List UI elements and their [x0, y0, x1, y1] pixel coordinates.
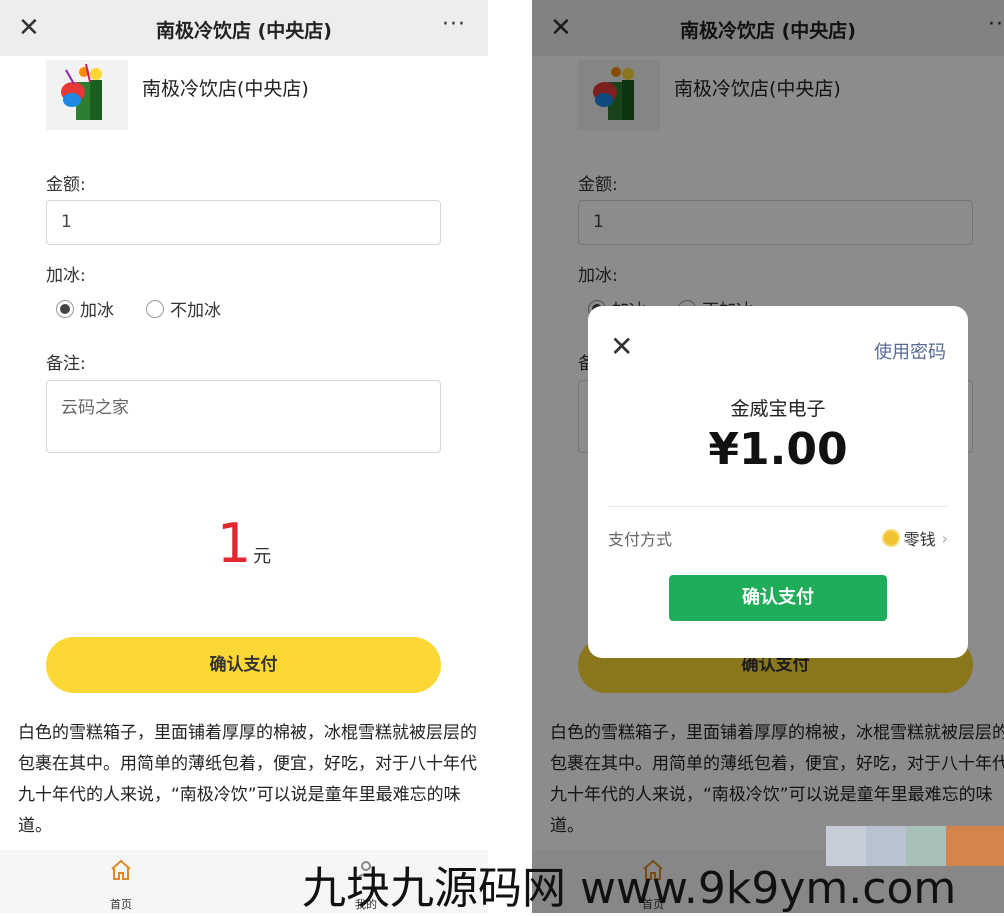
payment-amount: ¥1.00 [708, 424, 848, 475]
more-icon[interactable]: ··· [442, 12, 466, 37]
page-title: 南极冷饮店 (中央店) [156, 20, 332, 42]
shop-description: 白色的雪糕箱子，里面铺着厚厚的棉被，冰棍雪糕就被层层的包裹在其中。用简单的薄纸包… [18, 723, 477, 836]
watermark: 九块九源码网 www.9k9ym.com [302, 863, 957, 914]
amount-input[interactable]: 1 [46, 200, 441, 245]
radio-no-ice-label[interactable]: 不加冰 [170, 296, 221, 321]
ice-label: 加冰: [46, 266, 86, 286]
payment-method-selector[interactable]: 零钱 › [881, 526, 948, 550]
drinks-icon [61, 63, 102, 120]
amount-label: 金额: [46, 175, 86, 195]
note-textarea[interactable]: 云码之家 [46, 380, 441, 453]
chevron-right-icon: › [941, 528, 948, 548]
navbar: ✕ 南极冷饮店 (中央店) ··· [0, 0, 488, 56]
payment-dialog: ✕ 使用密码 金威宝电子 ¥1.00 支付方式 零钱 › 确认支付 [588, 306, 968, 658]
close-icon[interactable]: ✕ [610, 332, 633, 362]
radio-add-ice-label[interactable]: 加冰 [80, 296, 114, 321]
payment-method-label: 支付方式 [608, 530, 673, 549]
divider [608, 506, 948, 507]
shop-logo [46, 60, 128, 130]
shop-name: 南极冷饮店(中央店) [142, 78, 309, 100]
merchant-name: 金威宝电子 [730, 398, 826, 420]
home-icon [91, 858, 151, 890]
payment-method-value: 零钱 [903, 530, 936, 549]
total-unit: 元 [253, 546, 272, 567]
use-password-link[interactable]: 使用密码 [874, 338, 946, 364]
radio-add-ice[interactable] [56, 299, 74, 318]
tab-home-label: 首页 [110, 898, 132, 911]
coin-icon [881, 529, 900, 547]
confirm-pay-button[interactable]: 确认支付 [46, 637, 441, 693]
radio-no-ice[interactable] [146, 299, 164, 318]
ice-radio-group: 加冰 不加冰 [56, 296, 253, 321]
left-phone-screen: ✕ 南极冷饮店 (中央店) ··· 南极冷饮店(中央店) 金额: 1 加冰: 加… [0, 0, 488, 913]
total-amount: 1元 [0, 512, 488, 575]
confirm-payment-button[interactable]: 确认支付 [669, 575, 887, 621]
total-number: 1 [216, 512, 252, 575]
tab-home[interactable]: 首页 [91, 858, 151, 912]
note-label: 备注: [46, 354, 86, 374]
